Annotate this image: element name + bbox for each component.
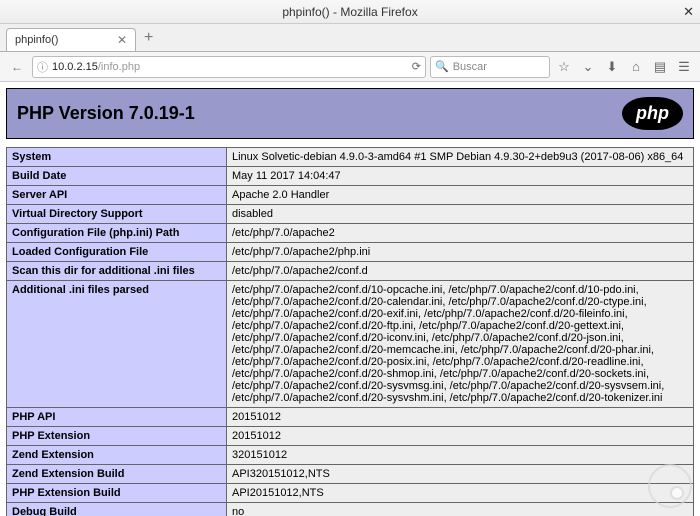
menu-icon[interactable]: ☰ — [674, 59, 694, 75]
info-value: /etc/php/7.0/apache2/conf.d/10-opcache.i… — [227, 281, 694, 408]
info-key: Zend Extension — [7, 446, 227, 465]
php-logo: php — [622, 97, 683, 130]
tab-close-icon[interactable]: ✕ — [117, 33, 127, 47]
pocket-icon[interactable]: ⌄ — [578, 59, 598, 75]
info-value: 320151012 — [227, 446, 694, 465]
table-row: Zend Extension BuildAPI320151012,NTS — [7, 465, 694, 484]
watermark-icon — [648, 464, 692, 508]
table-row: Virtual Directory Supportdisabled — [7, 205, 694, 224]
info-key: Debug Build — [7, 503, 227, 516]
info-key: Additional .ini files parsed — [7, 281, 227, 408]
page-title: PHP Version 7.0.19-1 — [17, 103, 195, 124]
window-title: phpinfo() - Mozilla Firefox — [282, 5, 417, 19]
url-host: 10.0.2.15 — [52, 61, 98, 73]
table-row: Scan this dir for additional .ini files/… — [7, 262, 694, 281]
info-key: Zend Extension Build — [7, 465, 227, 484]
table-row: Loaded Configuration File/etc/php/7.0/ap… — [7, 243, 694, 262]
info-value: 20151012 — [227, 408, 694, 427]
window-titlebar: phpinfo() - Mozilla Firefox ✕ — [0, 0, 700, 24]
table-row: Zend Extension320151012 — [7, 446, 694, 465]
info-key: Build Date — [7, 167, 227, 186]
home-icon[interactable]: ⌂ — [626, 59, 646, 74]
url-input[interactable]: ⓘ 10.0.2.15/info.php ⟳ — [32, 56, 426, 78]
new-tab-button[interactable]: + — [136, 25, 161, 51]
info-value: Linux Solvetic-debian 4.9.0-3-amd64 #1 S… — [227, 148, 694, 167]
close-icon[interactable]: ✕ — [683, 4, 694, 20]
info-key: Loaded Configuration File — [7, 243, 227, 262]
info-value: /etc/php/7.0/apache2/conf.d — [227, 262, 694, 281]
search-input[interactable]: 🔍 Buscar — [430, 56, 550, 78]
info-key: Configuration File (php.ini) Path — [7, 224, 227, 243]
info-key: PHP Extension Build — [7, 484, 227, 503]
tab-title: phpinfo() — [15, 34, 58, 46]
reload-icon[interactable]: ⟳ — [412, 60, 421, 73]
info-key: Virtual Directory Support — [7, 205, 227, 224]
info-key: Scan this dir for additional .ini files — [7, 262, 227, 281]
table-row: SystemLinux Solvetic-debian 4.9.0-3-amd6… — [7, 148, 694, 167]
info-key: System — [7, 148, 227, 167]
info-value: /etc/php/7.0/apache2/php.ini — [227, 243, 694, 262]
table-row: PHP Extension BuildAPI20151012,NTS — [7, 484, 694, 503]
phpinfo-table: SystemLinux Solvetic-debian 4.9.0-3-amd6… — [6, 147, 694, 516]
info-value: May 11 2017 14:04:47 — [227, 167, 694, 186]
table-row: Debug Buildno — [7, 503, 694, 516]
bookmark-icon[interactable]: ☆ — [554, 59, 574, 75]
search-icon: 🔍 — [435, 60, 449, 73]
table-row: Configuration File (php.ini) Path/etc/ph… — [7, 224, 694, 243]
table-row: PHP Extension20151012 — [7, 427, 694, 446]
info-value: 20151012 — [227, 427, 694, 446]
info-value: Apache 2.0 Handler — [227, 186, 694, 205]
table-row: PHP API20151012 — [7, 408, 694, 427]
info-value: API320151012,NTS — [227, 465, 694, 484]
back-button[interactable]: ← — [6, 56, 28, 78]
nav-toolbar: ← ⓘ 10.0.2.15/info.php ⟳ 🔍 Buscar ☆ ⌄ ⬇ … — [0, 52, 700, 82]
table-row: Additional .ini files parsed/etc/php/7.0… — [7, 281, 694, 408]
info-value: disabled — [227, 205, 694, 224]
library-icon[interactable]: ▤ — [650, 59, 670, 75]
table-row: Build DateMay 11 2017 14:04:47 — [7, 167, 694, 186]
info-key: PHP API — [7, 408, 227, 427]
info-key: Server API — [7, 186, 227, 205]
info-icon[interactable]: ⓘ — [37, 59, 48, 75]
downloads-icon[interactable]: ⬇ — [602, 59, 622, 75]
search-placeholder: Buscar — [453, 61, 487, 73]
table-row: Server APIApache 2.0 Handler — [7, 186, 694, 205]
info-value: /etc/php/7.0/apache2 — [227, 224, 694, 243]
info-value: no — [227, 503, 694, 516]
url-path: /info.php — [98, 61, 140, 73]
php-header: PHP Version 7.0.19-1 php — [6, 88, 694, 139]
info-key: PHP Extension — [7, 427, 227, 446]
tab-phpinfo[interactable]: phpinfo() ✕ — [6, 28, 136, 51]
tab-bar: phpinfo() ✕ + — [0, 24, 700, 52]
page-viewport[interactable]: PHP Version 7.0.19-1 php SystemLinux Sol… — [0, 82, 700, 516]
info-value: API20151012,NTS — [227, 484, 694, 503]
